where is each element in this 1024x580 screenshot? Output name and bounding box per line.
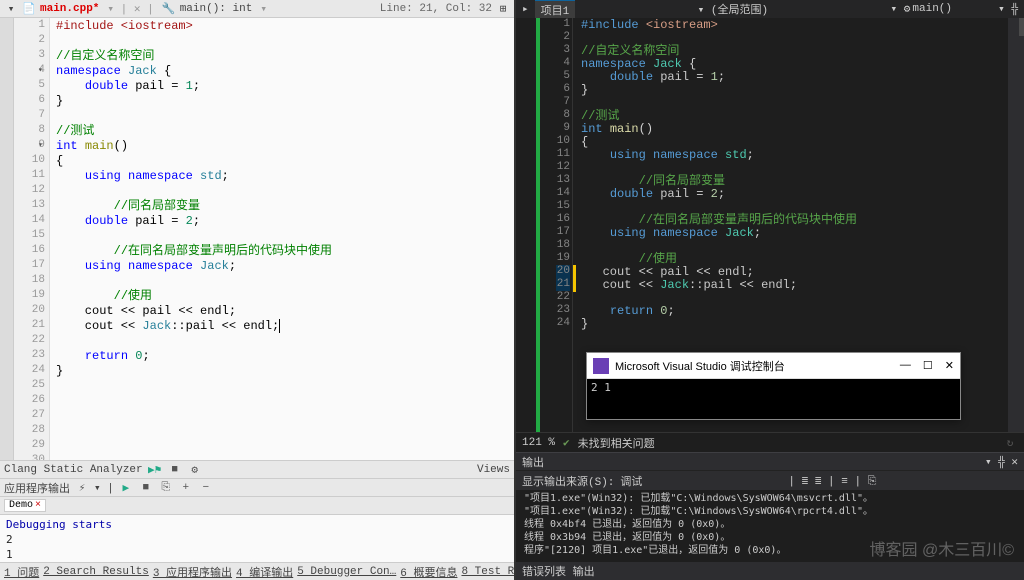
output-toolbar: 应用程序输出 ⚡ ▾ | ▶ ■ ⎘ + − xyxy=(0,478,514,496)
analyzer-label[interactable]: Clang Static Analyzer xyxy=(4,464,143,476)
minus-icon[interactable]: − xyxy=(198,480,214,496)
zoom-level[interactable]: 121 % xyxy=(522,437,555,449)
bottom-tab[interactable]: 6 概要信息 xyxy=(400,564,457,580)
stop-analyzer-icon[interactable]: ■ xyxy=(167,462,183,478)
views-label[interactable]: Views xyxy=(477,464,510,476)
split-icon[interactable]: ⊞ xyxy=(496,2,510,16)
console-body: 2 1 xyxy=(587,379,960,419)
bottom-tab[interactable]: 3 应用程序输出 xyxy=(153,564,232,580)
function-breadcrumb[interactable]: main(): int xyxy=(180,3,253,15)
left-ide: ▾ 📄 main.cpp* ▾ | ✕ | 🔧 main(): int ▾ Li… xyxy=(0,0,516,580)
source-label: 显示输出来源(S): xyxy=(522,473,614,489)
line-col: Line: 21, Col: 32 xyxy=(380,3,492,15)
vs-scrollbar[interactable] xyxy=(1008,18,1024,432)
bottom-tab[interactable]: 错误列表 输出 xyxy=(522,563,595,579)
close-icon[interactable]: × xyxy=(35,500,41,511)
bottom-tab[interactable]: 4 编译输出 xyxy=(236,564,293,580)
attach-icon[interactable]: ⎘ xyxy=(158,480,174,496)
output-header: 输出 ▾ ╬ ✕ xyxy=(516,452,1024,470)
vs-icon xyxy=(593,358,609,374)
output-title: 输出 xyxy=(522,454,544,470)
output-pane: Debugging starts 2 1 Debugging has finis… xyxy=(0,514,514,562)
debug-console-window[interactable]: Microsoft Visual Studio 调试控制台 — ☐ ✕ 2 1 xyxy=(586,352,961,420)
bottom-tab[interactable]: 5 Debugger Con… xyxy=(297,566,396,578)
dropdown-icon[interactable]: ▾ xyxy=(4,2,18,16)
run-icon[interactable]: ▶ xyxy=(118,480,134,496)
bottom-tab[interactable]: 2 Search Results xyxy=(43,566,149,578)
bottom-tab-bar: 1 问题 2 Search Results 3 应用程序输出 4 编译输出 5 … xyxy=(0,562,514,580)
output-toolbar: 显示输出来源(S): 调试 | ≣ ≣ | ≡ | ⎘ xyxy=(516,470,1024,490)
bottom-tab[interactable]: 1 问题 xyxy=(4,564,39,580)
func-icon: 🔧 xyxy=(162,2,176,16)
vs-status-bar: 121 % ✔ 未找到相关问题 ↻ xyxy=(516,432,1024,452)
output-head-label: 应用程序输出 xyxy=(4,480,70,496)
issues-label: 未找到相关问题 xyxy=(578,435,655,451)
cpp-file-icon: 📄 xyxy=(22,2,36,16)
close-icon[interactable]: ✕ xyxy=(945,359,954,372)
output-source-dropdown[interactable]: 调试 xyxy=(620,473,642,489)
vs-crumb-bar: ▸ 项目1 ▾ (全局范围) ▾ ⚙ main() ▾ ╬ xyxy=(516,0,1024,18)
filter-icon[interactable]: ⚡ xyxy=(74,480,90,496)
demo-tab[interactable]: Demo× xyxy=(4,499,46,512)
right-ide: ▸ 项目1 ▾ (全局范围) ▾ ⚙ main() ▾ ╬ 1234567891… xyxy=(516,0,1024,580)
console-titlebar[interactable]: Microsoft Visual Studio 调试控制台 — ☐ ✕ xyxy=(587,353,960,379)
run-analyzer-icon[interactable]: ▶⚑ xyxy=(147,462,163,478)
vs-bottom-tabs: 错误列表 输出 xyxy=(516,562,1024,580)
line-gutter: 1234▾56789▾10111213141516171819202122232… xyxy=(14,18,50,460)
minimize-icon[interactable]: — xyxy=(900,359,911,372)
watermark: 博客园 @木三百川© xyxy=(870,536,1014,560)
bottom-tab[interactable]: 8 Test Results xyxy=(461,566,514,578)
code-area[interactable]: #include <iostream> //自定义名称空间 namespace … xyxy=(50,18,514,460)
console-title: Microsoft Visual Studio 调试控制台 xyxy=(615,358,785,374)
loop-icon[interactable]: ↻ xyxy=(1002,435,1018,451)
left-editor[interactable]: 1234▾56789▾10111213141516171819202122232… xyxy=(0,18,514,460)
analyzer-toolbar: Clang Static Analyzer ▶⚑ ■ ⚙ Views xyxy=(0,460,514,478)
check-icon: ✔ xyxy=(563,436,570,450)
settings-icon[interactable]: ⚙ xyxy=(187,462,203,478)
output-tab-row: Demo× xyxy=(0,496,514,514)
func-crumb[interactable]: main() xyxy=(912,3,952,15)
left-tab-bar: ▾ 📄 main.cpp* ▾ | ✕ | 🔧 main(): int ▾ Li… xyxy=(0,0,514,18)
maximize-icon[interactable]: ☐ xyxy=(923,359,933,372)
margin-strip xyxy=(0,18,14,460)
scope-dropdown[interactable]: (全局范围) xyxy=(711,5,768,17)
stop-icon[interactable]: ■ xyxy=(138,480,154,496)
file-tab[interactable]: main.cpp* xyxy=(40,3,99,15)
plus-icon[interactable]: + xyxy=(178,480,194,496)
project-tab[interactable]: 项目1 xyxy=(535,0,576,19)
vs-line-gutter: 123456789101112131415161718192021222324 xyxy=(556,18,572,432)
